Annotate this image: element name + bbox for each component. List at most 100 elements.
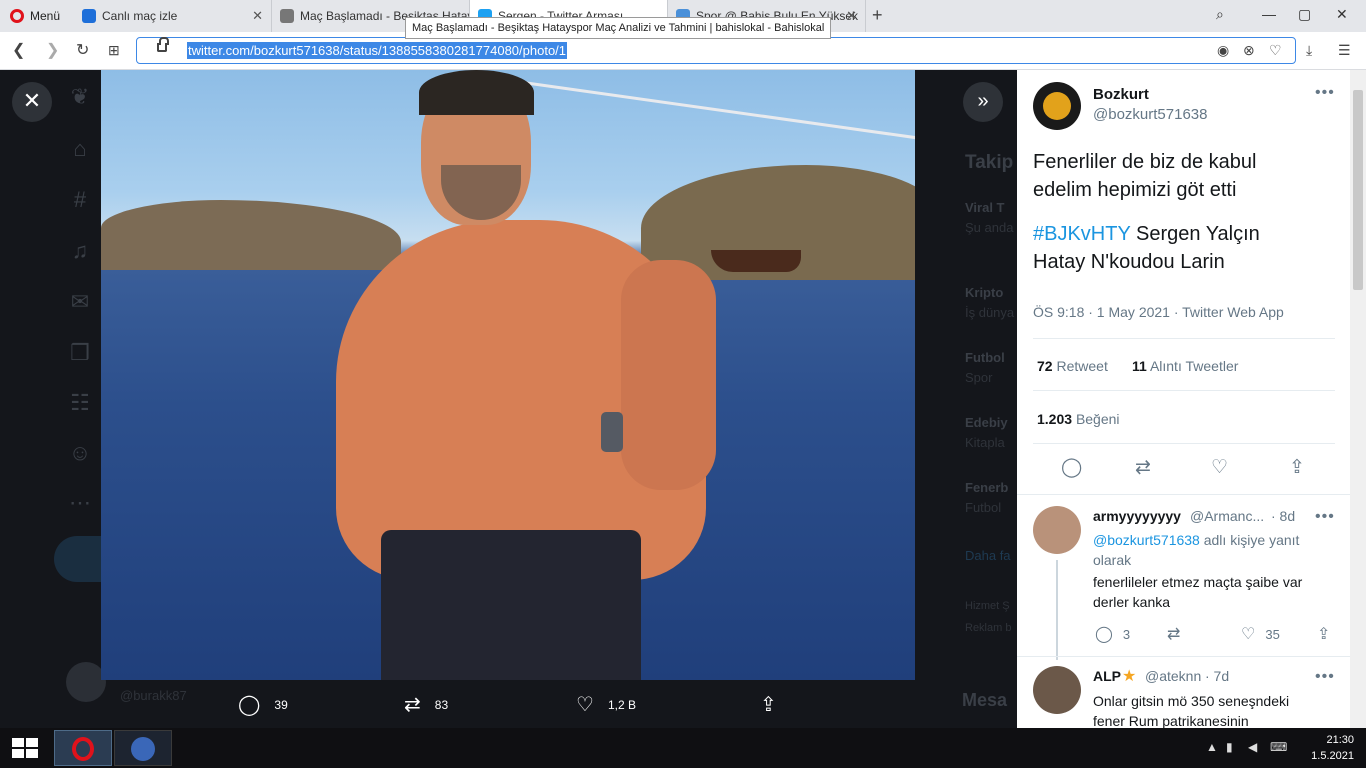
author-name[interactable]: Bozkurt — [1093, 86, 1149, 103]
reply-icon: ◯ — [1095, 626, 1113, 643]
mention-link[interactable]: @bozkurt571638 — [1093, 532, 1200, 548]
heart-icon: ♡ — [1241, 626, 1256, 643]
retweet-icon: ⇄ — [404, 694, 421, 716]
lists-icon: ☷ — [70, 390, 90, 415]
search-tabs-icon[interactable]: ⌕ — [1216, 6, 1224, 23]
reply-time[interactable]: · 7d — [1205, 668, 1229, 684]
quote-stat[interactable]: 11 Alıntı Tweetler — [1132, 358, 1238, 374]
football-app-icon — [131, 737, 155, 761]
clock-time: 21:30 — [1326, 734, 1354, 746]
heart-icon: ♡ — [576, 694, 594, 716]
photo-like-button[interactable]: ♡ 1,2 B — [576, 692, 636, 717]
reply-name[interactable]: ALP — [1093, 668, 1121, 684]
tab-canli-mac[interactable]: Canlı maç izle ✕ — [74, 0, 272, 32]
tab-tooltip: Maç Başlamadı - Beşiktaş Hatayspor Maç A… — [405, 17, 832, 39]
close-photo-button[interactable]: ✕ — [12, 82, 52, 122]
download-icon[interactable]: ⤓ — [1306, 42, 1312, 59]
bg-trend-sub: İş dünya — [965, 305, 1015, 320]
share-icon[interactable]: ⇪ — [1289, 456, 1305, 479]
heart-icon[interactable]: ♡ — [1269, 42, 1282, 59]
tray-language-icon[interactable]: ⌨ — [1270, 740, 1287, 754]
reply-avatar[interactable] — [1033, 506, 1081, 554]
scrollbar[interactable] — [1350, 70, 1366, 728]
tray-network-icon[interactable]: ▮ — [1226, 740, 1233, 754]
photo-person-shorts — [381, 530, 641, 680]
photo-reply-button[interactable]: ◯ 39 — [238, 692, 288, 717]
retweet-icon[interactable]: ⇄ — [1135, 456, 1151, 479]
photo-yacht — [711, 250, 801, 272]
bg-trend-title: Fenerb — [965, 480, 1009, 495]
tweet-meta[interactable]: ÖS 9:18 · 1 May 2021 · Twitter Web App — [1033, 304, 1284, 320]
new-tab-button[interactable]: + — [872, 5, 883, 26]
bg-trend-sub: Şu anda — [965, 220, 1014, 235]
bg-trend-title: Viral T — [965, 200, 1005, 215]
photo-retweet-button[interactable]: ⇄ 83 — [404, 692, 448, 717]
reply-to-text: adlı kişiye yanıt — [1203, 532, 1300, 548]
back-button[interactable]: ❮ — [12, 40, 25, 60]
taskbar-app-button[interactable] — [114, 730, 172, 766]
close-tab-icon[interactable]: ✕ — [846, 8, 857, 24]
maximize-button[interactable]: ▢ — [1298, 6, 1311, 23]
bg-trend-title: Kripto — [965, 285, 1004, 300]
opera-menu-button[interactable]: Menü — [0, 0, 70, 32]
star-icon: ★ — [1122, 668, 1137, 685]
tray-volume-icon[interactable]: ◀ — [1248, 740, 1257, 754]
reload-button[interactable]: ↻ — [76, 40, 89, 60]
bg-trend-title: Futbol — [965, 350, 1005, 365]
reply-count: 39 — [274, 697, 288, 712]
retweet-stat[interactable]: 72 Retweet — [1037, 358, 1108, 374]
speed-dial-icon[interactable]: ⊞ — [108, 42, 120, 59]
share-icon: ⇪ — [760, 694, 777, 716]
adblock-icon[interactable]: ⊗ — [1243, 42, 1255, 59]
author-handle[interactable]: @bozkurt571638 — [1093, 106, 1207, 123]
heart-icon[interactable]: ♡ — [1211, 456, 1228, 479]
windows-start-icon[interactable] — [12, 738, 38, 758]
reply-reply-button[interactable]: ◯ 3 — [1095, 624, 1130, 644]
tweet-button — [54, 536, 104, 582]
photo-share-button[interactable]: ⇪ — [760, 692, 791, 717]
reply-text: derler kanka — [1093, 594, 1171, 610]
retweet-icon: ⇄ — [1167, 626, 1181, 643]
reply-icon: ◯ — [238, 694, 261, 716]
reply-more-icon[interactable]: ••• — [1315, 508, 1335, 526]
reply-retweet-button[interactable]: ⇄ — [1167, 624, 1190, 644]
reply-text: Onlar gitsin mö 350 seneşndeki — [1093, 693, 1290, 709]
photo-person-hair — [419, 70, 534, 115]
hashtag-link[interactable]: #BJKvHTY — [1033, 223, 1130, 245]
opera-logo-icon — [72, 737, 94, 761]
like-stat[interactable]: 1.203 Beğeni — [1037, 411, 1120, 427]
reply-more-icon[interactable]: ••• — [1315, 668, 1335, 686]
scrollbar-thumb[interactable] — [1353, 90, 1363, 290]
expand-panel-button[interactable]: » — [963, 82, 1003, 122]
tweet-photo — [101, 70, 915, 680]
share-icon: ⇪ — [1317, 626, 1331, 643]
reply-handle[interactable]: @ateknn — [1145, 668, 1201, 684]
address-bar[interactable]: twitter.com/bozkurt571638/status/1388558… — [136, 37, 1296, 64]
reply-time[interactable]: · 8d — [1271, 508, 1295, 524]
close-tab-icon[interactable]: ✕ — [252, 8, 263, 24]
messages-icon: ✉ — [70, 289, 90, 314]
reply-share-button[interactable]: ⇪ — [1317, 624, 1340, 644]
reply-name[interactable]: armyyyyyyyy — [1093, 508, 1181, 524]
forward-button[interactable]: ❯ — [46, 40, 59, 60]
minimize-button[interactable]: — — [1262, 6, 1276, 22]
stat-count: 11 — [1132, 358, 1147, 374]
close-window-button[interactable]: ✕ — [1336, 6, 1348, 23]
stat-count: 72 — [1037, 358, 1053, 374]
reply-avatar[interactable] — [1033, 666, 1081, 714]
taskbar-opera-button[interactable] — [54, 730, 112, 766]
author-avatar[interactable] — [1033, 82, 1081, 130]
easy-setup-icon[interactable]: ☰ — [1338, 42, 1351, 59]
url-text[interactable]: twitter.com/bozkurt571638/status/1388558… — [187, 42, 568, 59]
tweet-more-icon[interactable]: ••• — [1315, 84, 1335, 102]
tray-clock[interactable]: 21:30 1.5.2021 — [1311, 732, 1354, 764]
reply-icon[interactable]: ◯ — [1061, 456, 1082, 479]
bg-trend-sub: Spor — [965, 370, 993, 385]
bookmarks-icon: ❒ — [70, 340, 90, 365]
tray-arrow-icon[interactable]: ▲ — [1206, 740, 1218, 754]
twitter-logo-icon: ❦ — [70, 84, 90, 109]
divider — [1017, 494, 1350, 495]
reply-handle[interactable]: @Armanc... — [1190, 508, 1264, 524]
reply-like-button[interactable]: ♡ 35 — [1241, 624, 1280, 644]
camera-icon[interactable]: ◉ — [1217, 42, 1229, 59]
